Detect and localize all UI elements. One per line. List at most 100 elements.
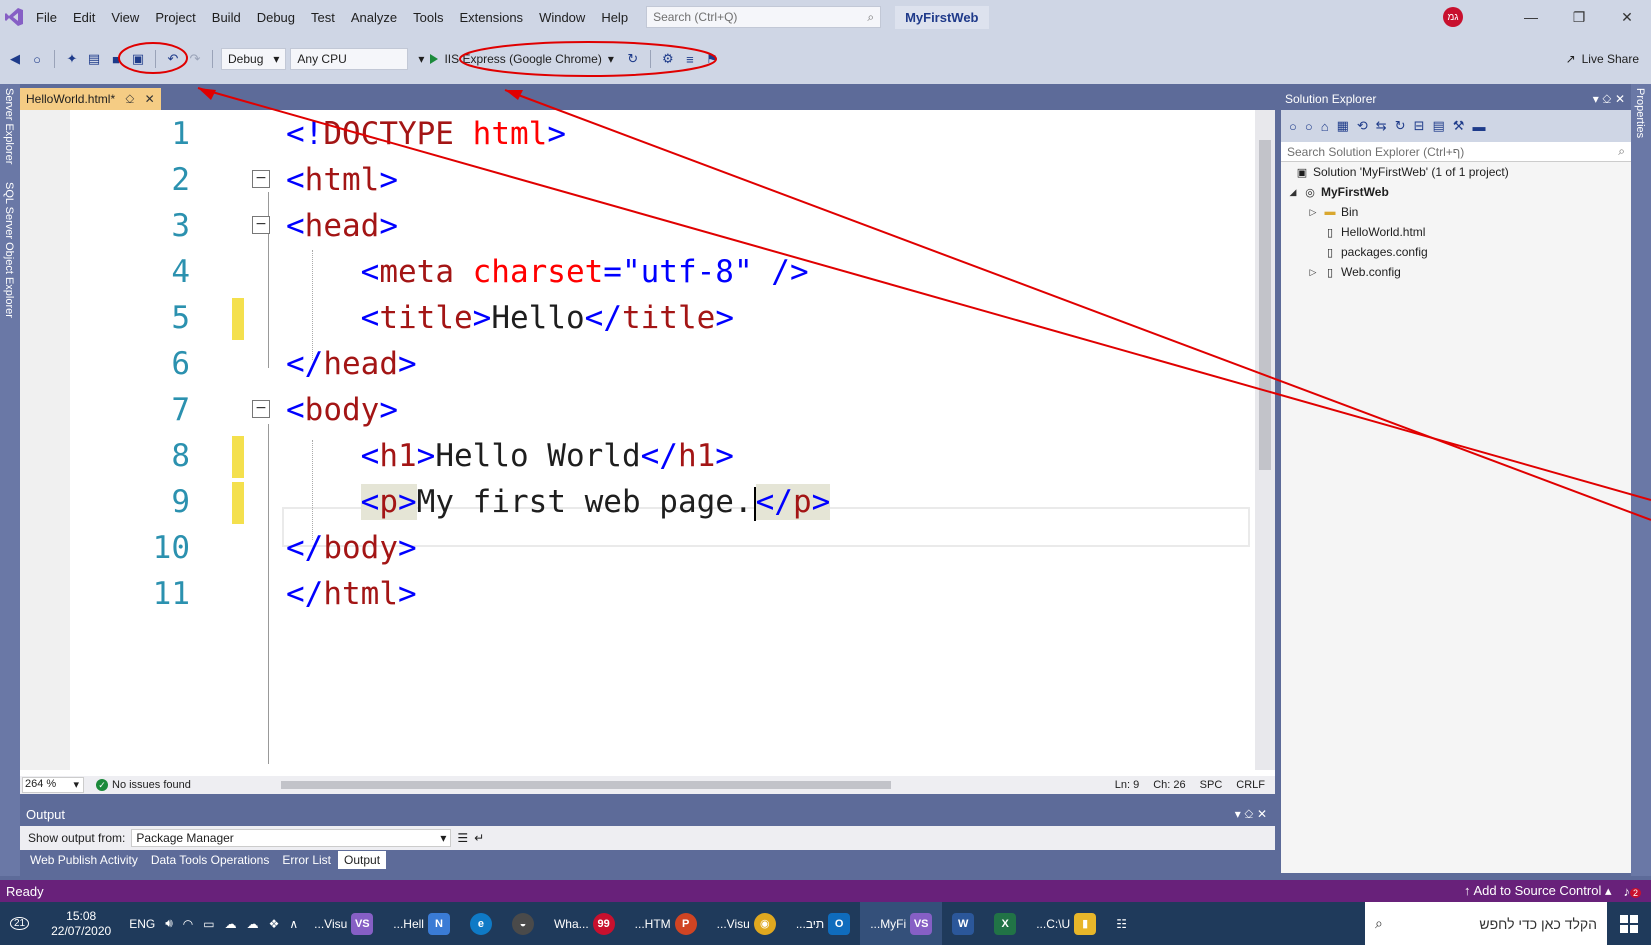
collapse-all-icon[interactable]: ⊟	[1414, 118, 1425, 134]
properties-tab[interactable]: Properties	[1634, 88, 1646, 138]
history-icon[interactable]: ⟲	[1357, 118, 1368, 134]
menu-extensions[interactable]: Extensions	[451, 10, 531, 25]
zoom-dropdown[interactable]: 264 % ▾	[22, 777, 84, 793]
menu-help[interactable]: Help	[593, 10, 636, 25]
editor-horizontal-scrollbar[interactable]	[280, 781, 891, 789]
solution-config-dropdown[interactable]: Debug ▾	[221, 48, 287, 70]
pin-icon[interactable]: ⎐	[125, 92, 134, 107]
back-icon[interactable]: ◀	[6, 50, 24, 68]
start-debugging-button[interactable]: ▾ IIS Express (Google Chrome) ▾	[412, 48, 619, 70]
tab-output[interactable]: Output	[338, 851, 387, 869]
visual-studio-logo-icon[interactable]	[0, 0, 28, 34]
new-project-icon[interactable]: ✦	[63, 50, 81, 68]
refresh-icon[interactable]: ↻	[624, 50, 642, 68]
global-search-input[interactable]: Search (Ctrl+Q) ⌕	[646, 6, 882, 28]
editor-vertical-scrollbar[interactable]	[1255, 110, 1275, 770]
menu-tools[interactable]: Tools	[405, 10, 451, 25]
live-share-button[interactable]: ↗ Live Share	[1566, 52, 1639, 66]
menu-view[interactable]: View	[103, 10, 147, 25]
taskbar-app-excel[interactable]: X	[984, 902, 1026, 945]
undo-icon[interactable]: ↶	[164, 50, 182, 68]
collapse-icon[interactable]: −	[252, 216, 270, 234]
restore-icon[interactable]: ❐	[1555, 0, 1603, 34]
network-icon[interactable]: ◠	[183, 917, 193, 931]
menu-edit[interactable]: Edit	[65, 10, 103, 25]
show-hidden-icons-icon[interactable]: ∧	[289, 917, 298, 931]
taskbar-app-whatsapp[interactable]: Wha... 99	[544, 902, 625, 945]
redo-icon[interactable]: ↷	[186, 50, 204, 68]
sync-icon[interactable]: ⇆	[1376, 118, 1387, 134]
collapsed-arrow-icon[interactable]: ▷	[1307, 207, 1319, 218]
preview-icon[interactable]: ▬	[1472, 119, 1485, 134]
taskbar-app-chrome[interactable]: ...Visu ◉	[707, 902, 786, 945]
close-tab-icon[interactable]: ✕	[145, 92, 155, 106]
code-editor[interactable]: 1 <!DOCTYPE html> 2 − <html> 3 − <head> …	[20, 110, 1275, 776]
volume-icon[interactable]: 🔊︎	[165, 916, 173, 931]
battery-icon[interactable]: ▭	[203, 917, 214, 931]
bookmark-icon[interactable]: ⚑	[703, 50, 721, 68]
back-icon[interactable]: ○	[1289, 119, 1297, 134]
start-button[interactable]	[1607, 902, 1651, 945]
taskbar-app-visual-studio-2[interactable]: ...MyFi VS	[860, 902, 943, 945]
platform-dropdown[interactable]: Any CPU	[290, 48, 409, 70]
comment-icon[interactable]: ≡	[681, 50, 699, 68]
properties-icon[interactable]: ⚒	[1453, 118, 1465, 134]
cloud-icon[interactable]: ☁	[247, 917, 259, 931]
switch-views-icon[interactable]: ▦	[1337, 118, 1349, 134]
browser-link-icon[interactable]: ⚙	[659, 50, 677, 68]
scrollbar-thumb[interactable]	[1259, 140, 1271, 470]
tab-helloworld-html[interactable]: HelloWorld.html* ⎐ ✕	[20, 88, 161, 110]
solution-search-input[interactable]: Search Solution Explorer (Ctrl+ף) ⌕	[1281, 142, 1631, 162]
tab-web-publish-activity[interactable]: Web Publish Activity	[24, 851, 144, 869]
taskbar-app-edge[interactable]: e	[460, 902, 502, 945]
tree-item-web-config[interactable]: ▷ ▯ Web.config	[1281, 262, 1631, 282]
language-indicator[interactable]: ENG	[129, 917, 155, 931]
menu-debug[interactable]: Debug	[249, 10, 303, 25]
save-all-icon[interactable]: ▣	[129, 50, 147, 68]
whitespace-indicator[interactable]: SPC	[1200, 779, 1223, 791]
menu-build[interactable]: Build	[204, 10, 249, 25]
menu-window[interactable]: Window	[531, 10, 593, 25]
tree-item-bin[interactable]: ▷ ▬ Bin	[1281, 202, 1631, 222]
output-source-dropdown[interactable]: Package Manager ▾	[131, 829, 452, 847]
save-icon[interactable]: ■	[107, 50, 125, 68]
notification-center-button[interactable]: 21	[0, 902, 39, 945]
menu-test[interactable]: Test	[303, 10, 343, 25]
user-avatar[interactable]: גמ	[1443, 7, 1463, 27]
taskbar-app-outlook[interactable]: ...תיב O	[786, 902, 860, 945]
taskbar-app-word[interactable]: W	[942, 902, 984, 945]
forward-icon[interactable]: ○	[28, 50, 46, 68]
tree-item-packages-config[interactable]: ▯ packages.config	[1281, 242, 1631, 262]
close-icon[interactable]: ✕	[1603, 0, 1651, 34]
add-to-source-control-button[interactable]: ↑ Add to Source Control ▴	[1464, 883, 1611, 899]
menu-project[interactable]: Project	[147, 10, 203, 25]
tree-project-node[interactable]: ◢ ◎ MyFirstWeb	[1281, 182, 1631, 202]
tree-solution-node[interactable]: ▣ Solution 'MyFirstWeb' (1 of 1 project)	[1281, 162, 1631, 182]
issues-indicator[interactable]: ✓ No issues found	[96, 779, 191, 791]
taskbar-app-photos[interactable]: ◒	[502, 902, 544, 945]
taskbar-app-file-explorer[interactable]: ...C:\U ▮	[1026, 902, 1106, 945]
server-explorer-tab[interactable]: Server Explorer	[3, 88, 15, 164]
minimize-icon[interactable]: —	[1507, 0, 1555, 34]
home-icon[interactable]: ⌂	[1321, 119, 1329, 134]
onedrive-icon[interactable]: ☁	[225, 917, 237, 931]
task-view-button[interactable]: ☷	[1106, 902, 1137, 945]
windows-search-box[interactable]: הקלד כאן כדי לחפש ⌕	[1365, 902, 1607, 945]
open-file-icon[interactable]: ▤	[85, 50, 103, 68]
taskbar-app-visual-studio-1[interactable]: ...Visu VS	[304, 902, 383, 945]
clear-all-icon[interactable]: ☰	[457, 831, 468, 845]
refresh-icon[interactable]: ↻	[1395, 118, 1406, 134]
tree-item-helloworld[interactable]: ▯ HelloWorld.html	[1281, 222, 1631, 242]
notifications-bell-icon[interactable]: ♪ 2	[1623, 884, 1641, 899]
collapsed-arrow-icon[interactable]: ▷	[1307, 267, 1319, 278]
menu-file[interactable]: File	[28, 10, 65, 25]
line-ending-indicator[interactable]: CRLF	[1236, 779, 1265, 791]
menu-analyze[interactable]: Analyze	[343, 10, 405, 25]
taskbar-app-powerpoint[interactable]: ...HTM P	[625, 902, 707, 945]
expanded-arrow-icon[interactable]: ◢	[1287, 187, 1299, 198]
collapse-icon[interactable]: −	[252, 170, 270, 188]
forward-icon[interactable]: ○	[1305, 119, 1313, 134]
clock[interactable]: 15:08 22/07/2020	[39, 909, 123, 939]
word-wrap-icon[interactable]: ↵	[474, 831, 484, 845]
sql-server-object-explorer-tab[interactable]: SQL Server Object Explorer	[3, 182, 15, 318]
